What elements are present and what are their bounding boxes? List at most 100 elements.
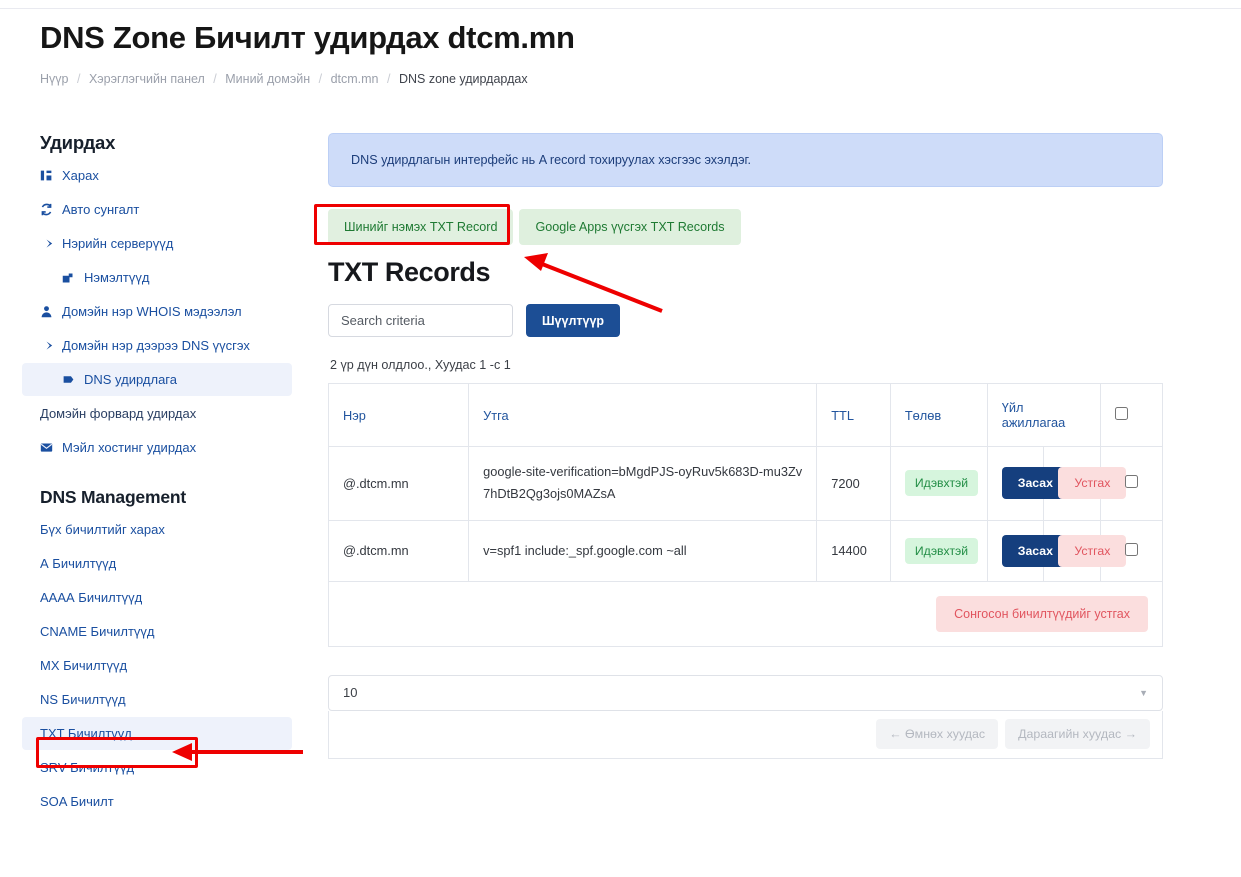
breadcrumb-item-domains[interactable]: Миний домэйн <box>225 72 310 86</box>
cell-edit-action: Засах <box>986 519 1069 582</box>
cell-edit-action: Засах <box>986 446 1069 521</box>
cell-record-state: Идэвхтэй <box>889 519 988 582</box>
result-count: 2 үр дүн олдлоо., Хуудас 1 -с 1 <box>330 358 511 372</box>
status-badge: Идэвхтэй <box>904 470 979 497</box>
prev-page-button[interactable]: ← Өмнөх хуудас <box>876 719 999 750</box>
txt-records-table: Нэр Утга TTL Төлөв Үйл ажиллагаа @.dtcm.… <box>327 383 1163 647</box>
sidebar-heading-manage: Удирдах <box>40 132 116 153</box>
breadcrumb-item-current: DNS zone удирдардах <box>398 72 528 86</box>
sidebar-item-txt-records[interactable]: TXT Бичилтүүд <box>22 717 292 750</box>
breadcrumb-item-domain[interactable]: dtcm.mn <box>331 72 379 86</box>
section-title: TXT Records <box>328 257 491 287</box>
sidebar-item-label: Домэйн нэр дээрээ DNS үүсгэх <box>62 338 250 353</box>
row-checkbox[interactable] <box>1125 542 1139 556</box>
sidebar-item-label: Нэмэлтүүд <box>84 270 150 285</box>
arrow-right-icon <box>40 339 62 352</box>
sidebar-item-label: CNAME Бичилтүүд <box>40 624 155 639</box>
sidebar-item-label: АААА Бичилтүүд <box>40 590 143 605</box>
sidebar-item-all-records[interactable]: Бүх бичилтийг харах <box>22 513 292 546</box>
pagination-buttons: ← Өмнөх хуудас Дараагийн хуудас → <box>328 710 1163 759</box>
column-header-value: Утга <box>468 383 818 447</box>
column-header-actions: Үйл ажиллагаа <box>986 383 1102 447</box>
page-title: DNS Zone Бичилт удирдах dtcm.mn <box>40 20 575 55</box>
search-row: Шүүлтүүр <box>328 304 1163 337</box>
sidebar-item-ns-records[interactable]: NS Бичилтүүд <box>22 683 292 716</box>
sidebar-item-dns-management[interactable]: DNS удирдлага <box>22 363 292 396</box>
delete-button[interactable]: Устгах <box>1058 467 1127 500</box>
select-all-checkbox[interactable] <box>1115 407 1129 420</box>
sidebar-item-label: Бүх бичилтийг харах <box>40 522 165 537</box>
column-header-state: Төлөв <box>889 383 988 447</box>
sidebar-item-label: Нэрийн серверүүд <box>62 236 174 251</box>
person-icon <box>40 305 62 318</box>
cell-record-ttl: 7200 <box>816 446 891 521</box>
sidebar-item-label: DNS удирдлага <box>84 372 177 387</box>
breadcrumb-item-home[interactable]: Нүүр <box>40 72 68 86</box>
sidebar-item-addons[interactable]: Нэмэлтүүд <box>22 261 292 294</box>
column-header-name: Нэр <box>327 383 470 447</box>
external-link-icon <box>62 272 84 284</box>
chevron-down-icon: ▼ <box>1139 687 1148 698</box>
cell-record-name: @.dtcm.mn <box>327 519 470 582</box>
tab-add-new-txt-record[interactable]: Шинийг нэмэх TXT Record <box>328 209 514 245</box>
sidebar-item-nameservers[interactable]: Нэрийн серверүүд <box>22 227 292 260</box>
filter-button[interactable]: Шүүлтүүр <box>526 304 621 337</box>
page-root: DNS Zone Бичилт удирдах dtcm.mn Нүүр / Х… <box>0 0 1241 877</box>
sidebar-item-create-dns[interactable]: Домэйн нэр дээрээ DNS үүсгэх <box>22 329 292 362</box>
delete-button[interactable]: Устгах <box>1058 534 1127 567</box>
sidebar-item-label: Мэйл хостинг удирдах <box>62 440 197 455</box>
search-input[interactable] <box>328 304 513 337</box>
sidebar-item-autorenew[interactable]: Авто сунгалт <box>22 193 292 226</box>
sidebar-item-label: TXT Бичилтүүд <box>40 726 132 741</box>
cell-record-ttl: 14400 <box>816 519 891 582</box>
sidebar-item-mail-hosting[interactable]: Мэйл хостинг удирдах <box>22 431 292 464</box>
delete-selected-button[interactable]: Сонгосон бичилтүүдийг устгах <box>936 595 1148 632</box>
cell-record-value: v=spf1 include:_spf.google.com ~all <box>468 519 818 582</box>
breadcrumb-separator: / <box>76 72 81 86</box>
sidebar-item-srv-records[interactable]: SRV Бичилтүүд <box>22 751 292 784</box>
cell-delete-selected: Сонгосон бичилтүүдийг устгах <box>328 580 1163 647</box>
breadcrumb: Нүүр / Хэрэглэгчийн панел / Миний домэйн… <box>40 72 528 86</box>
sidebar-item-aaaa-records[interactable]: АААА Бичилтүүд <box>22 581 292 614</box>
info-alert: DNS удирдлагын интерфейс нь A record тох… <box>328 133 1163 187</box>
arrow-right-icon <box>40 237 62 250</box>
pagination-area: 10 ▼ ← Өмнөх хуудас Дараагийн хуудас → <box>328 674 1163 759</box>
sidebar-item-mx-records[interactable]: MX Бичилтүүд <box>22 649 292 682</box>
tab-google-apps-txt-records[interactable]: Google Apps үүсгэх TXT Records <box>519 209 741 245</box>
sidebar-item-label: SOA Бичилт <box>40 794 114 809</box>
sidebar-item-a-records[interactable]: А Бичилтүүд <box>22 547 292 580</box>
sidebar-item-label: Домэйн форвард удирдах <box>40 406 197 421</box>
table-row: @.dtcm.mn google-site-verification=bMgdP… <box>327 446 1163 521</box>
sidebar-item-domain-forward[interactable]: Домэйн форвард удирдах <box>22 397 292 430</box>
sidebar-item-label: Харах <box>62 168 99 183</box>
table-footer-row: Сонгосон бичилтүүдийг устгах <box>328 580 1163 647</box>
sidebar-item-cname-records[interactable]: CNAME Бичилтүүд <box>22 615 292 648</box>
sidebar-item-soa-record[interactable]: SOA Бичилт <box>22 785 292 818</box>
breadcrumb-separator: / <box>318 72 323 86</box>
sidebar-item-label: SRV Бичилтүүд <box>40 760 135 775</box>
breadcrumb-separator: / <box>386 72 391 86</box>
sidebar-heading-dns-management: DNS Management <box>40 487 186 507</box>
per-page-select[interactable]: 10 ▼ <box>328 674 1163 711</box>
row-checkbox[interactable] <box>1125 475 1139 489</box>
sidebar-item-label: Авто сунгалт <box>62 202 140 217</box>
next-page-button[interactable]: Дараагийн хуудас → <box>1005 719 1150 750</box>
table-header-row: Нэр Утга TTL Төлөв Үйл ажиллагаа <box>327 383 1163 447</box>
status-badge: Идэвхтэй <box>904 537 979 564</box>
record-action-tabs: Шинийг нэмэх TXT Record Google Apps үүсг… <box>328 209 1163 245</box>
flag-icon <box>62 373 84 386</box>
sidebar: Удирдах Харах Авто сунгалт Нэрийн сервер… <box>0 120 310 819</box>
sidebar-item-view[interactable]: Харах <box>22 159 292 192</box>
sidebar-item-label: А Бичилтүүд <box>40 556 117 571</box>
breadcrumb-separator: / <box>213 72 217 86</box>
cell-record-name: @.dtcm.mn <box>327 446 470 521</box>
envelope-icon <box>40 441 62 454</box>
column-header-select-all <box>1100 383 1163 447</box>
dashboard-icon <box>40 169 62 182</box>
per-page-value: 10 <box>343 685 358 701</box>
sync-icon <box>40 203 62 216</box>
sidebar-item-whois[interactable]: Домэйн нэр WHOIS мэдээлэл <box>22 295 292 328</box>
breadcrumb-item-panel[interactable]: Хэрэглэгчийн панел <box>89 72 205 86</box>
column-header-ttl: TTL <box>816 383 891 447</box>
cell-record-value: google-site-verification=bMgdPJS-oyRuv5k… <box>468 446 818 521</box>
